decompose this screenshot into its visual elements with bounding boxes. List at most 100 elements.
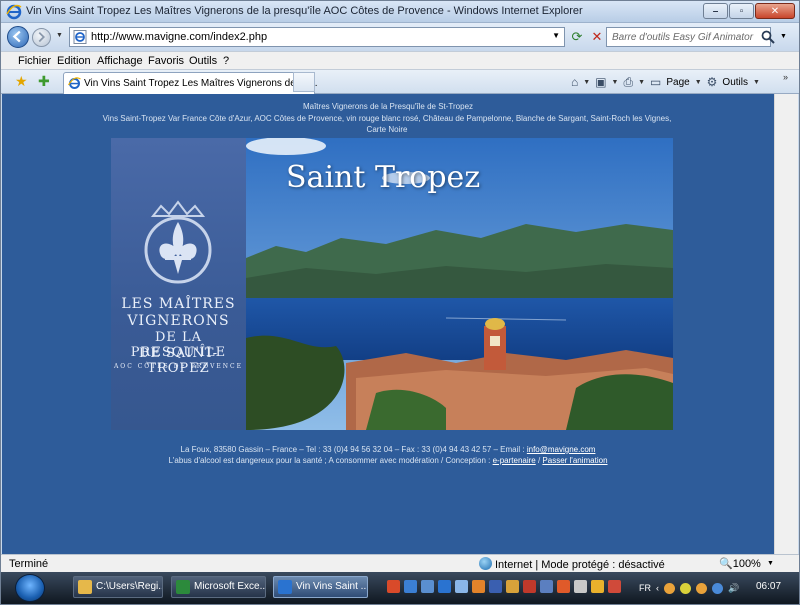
address-toolbar: ▼ http://www.mavigne.com/index2.php ▼ ⟳ … [1,23,799,51]
page-icon: ▭ [650,75,662,89]
feeds-icon[interactable]: ▣ [595,75,606,89]
tray-icon[interactable] [696,582,707,594]
search-input[interactable]: Barre d'outils Easy Gif Animator [606,27,771,47]
network-icon[interactable] [712,582,723,594]
page-heading: Maîtres Vignerons de la Presqu'île de St… [302,102,474,111]
volume-icon[interactable]: 🔊 [728,583,739,594]
add-favorite-icon[interactable]: ✚ [38,73,50,90]
status-bar: Terminé Internet | Mode protégé : désact… [1,554,799,572]
skip-animation-link[interactable]: Passer l'animation [542,456,607,465]
app-icon[interactable] [540,580,553,593]
menu-fichier[interactable]: Fichier [18,55,51,67]
clock[interactable]: 06:07 [756,581,781,592]
windows-taskbar: C:\Users\Regi... Microsoft Exce... Vin V… [1,572,799,604]
taskbar-label: C:\Users\Regi... [96,581,163,592]
close-button[interactable]: ✕ [755,3,795,19]
quick-launch [387,580,621,593]
status-text: Terminé [9,558,49,570]
brand-line-4: DE SAINT-TROPEZ [138,346,219,376]
back-button[interactable] [7,26,29,48]
system-tray: FR ‹ 🔊 [639,580,739,596]
taskbar-explorer-button[interactable]: C:\Users\Regi... [73,576,163,598]
tray-icon[interactable] [664,582,675,594]
chevron-down-icon[interactable]: ▼ [695,79,702,86]
tray-expand-icon[interactable]: ‹ [656,583,659,593]
legal-line: L'abus d'alcool est dangereux pour la sa… [2,456,774,465]
app-icon[interactable] [387,580,400,593]
partner-link[interactable]: e-partenaire [493,456,536,465]
ie-icon [278,580,292,594]
page-keywords: Vins Saint-Tropez Var France Côte d'Azur… [102,114,672,134]
chevron-down-icon[interactable]: ▼ [753,79,760,86]
start-button[interactable] [15,574,45,602]
app-icon[interactable] [489,580,502,593]
tab-label: Vin Vins Saint Tropez Les Maîtres Vigner… [84,78,318,89]
menu-outils[interactable]: Outils [189,55,217,67]
forward-button[interactable] [32,28,51,47]
new-tab-button[interactable] [293,72,315,92]
taskbar-ie-button[interactable]: Vin Vins Saint ... [273,576,368,598]
address-input[interactable]: http://www.mavigne.com/index2.php ▼ [69,27,565,47]
tray-icon[interactable] [680,582,691,594]
zoom-level[interactable]: 🔍100% [719,557,761,570]
minimize-button[interactable]: – [703,3,728,19]
chevron-down-icon[interactable]: ▼ [767,560,774,567]
command-bar: ⌂ ▼ ▣ ▼ ⎙ ▼ ▭ Page ▼ ⚙ Outils ▼ [571,72,760,92]
app-icon[interactable] [608,580,621,593]
taskbar-excel-button[interactable]: Microsoft Exce... [171,576,266,598]
home-icon[interactable]: ⌂ [571,75,578,89]
tab-active[interactable]: Vin Vins Saint Tropez Les Maîtres Vigner… [63,72,318,94]
security-zone[interactable]: Internet | Mode protégé : désactivé [479,557,665,571]
window-controls: – ▫ ✕ [703,3,795,19]
page-menu-button[interactable]: Page [666,77,689,88]
search-icon[interactable] [761,30,775,44]
tools-menu-button[interactable]: Outils [722,77,748,88]
legal-text: L'abus d'alcool est dangereux pour la sa… [168,456,493,465]
ie-icon [68,77,81,89]
excel-icon [176,580,190,594]
app-icon[interactable] [574,580,587,593]
contact-text: La Foux, 83580 Gassin – France – Tel : 3… [180,445,527,454]
favorites-star-icon[interactable]: ★ [15,73,28,90]
app-icon[interactable] [557,580,570,593]
taskbar-label: Vin Vins Saint ... [296,581,368,592]
email-link[interactable]: info@mavigne.com [527,445,596,454]
app-icon[interactable] [506,580,519,593]
tab-bar: ★ ✚ Vin Vins Saint Tropez Les Maîtres Vi… [1,70,799,94]
brand-panel: LES MAÎTRES VIGNERONS DE LA PRESQU'ÎLE D… [111,138,246,430]
menu-favoris[interactable]: Favoris [148,55,184,67]
app-icon[interactable] [421,580,434,593]
chevron-down-icon[interactable]: ▼ [552,31,560,40]
menu-edition[interactable]: Edition [57,55,91,67]
flash-banner[interactable]: LES MAÎTRES VIGNERONS DE LA PRESQU'ÎLE D… [111,138,673,430]
chevron-right-icon[interactable]: » [783,72,788,82]
ie-icon[interactable] [438,580,451,593]
stop-icon[interactable]: ✕ [589,29,605,45]
forward-arrow-icon [38,31,46,43]
chevron-down-icon[interactable]: ▼ [583,79,590,86]
app-icon[interactable] [404,580,417,593]
window-title: Vin Vins Saint Tropez Les Maîtres Vigner… [26,5,583,17]
app-icon[interactable] [455,580,468,593]
zoom-value: 100% [732,558,761,570]
brand-line-1: LES MAÎTRES [121,296,236,312]
search-options-dropdown-icon[interactable]: ▼ [780,33,787,40]
language-indicator[interactable]: FR [639,583,651,593]
app-icon[interactable] [591,580,604,593]
chevron-down-icon[interactable]: ▼ [612,79,619,86]
vertical-scrollbar[interactable] [774,94,798,554]
browser-window: Vin Vins Saint Tropez Les Maîtres Vigner… [0,0,800,605]
refresh-icon[interactable]: ⟳ [569,29,585,45]
chevron-down-icon[interactable]: ▼ [638,79,645,86]
history-dropdown-icon[interactable]: ▼ [56,32,63,39]
maximize-button[interactable]: ▫ [729,3,754,19]
print-icon[interactable]: ⎙ [623,75,633,90]
app-icon[interactable] [523,580,536,593]
menu-bar: Fichier Edition Affichage Favoris Outils… [1,51,799,70]
menu-affichage[interactable]: Affichage [97,55,143,67]
page-content: Maîtres Vignerons de la Presqu'île de St… [2,94,774,554]
fleur-de-lis-crest-icon [144,200,212,284]
folder-icon [78,580,92,594]
app-icon[interactable] [472,580,485,593]
menu-help[interactable]: ? [223,55,229,67]
